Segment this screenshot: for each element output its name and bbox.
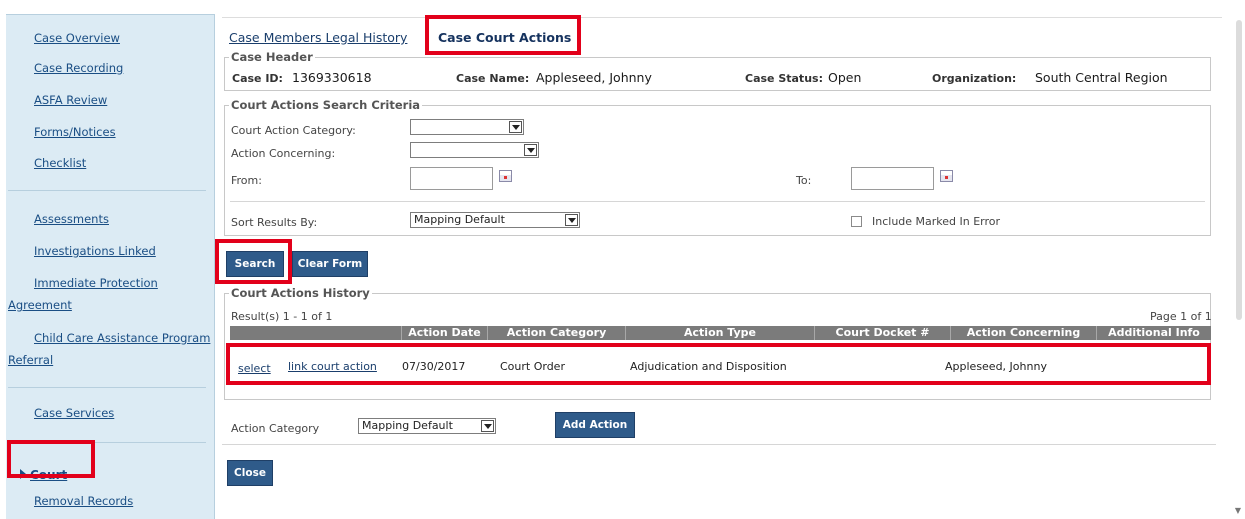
sidebar-item-removal-records[interactable]: Removal Records — [34, 494, 133, 508]
sidebar-item-checklist[interactable]: Checklist — [34, 156, 86, 170]
highlight-search-button — [215, 239, 292, 284]
search-criteria-legend: Court Actions Search Criteria — [229, 98, 423, 112]
sidebar-item-immediate-protection-cont[interactable]: Agreement — [8, 298, 72, 312]
court-action-category-label: Court Action Category: — [231, 124, 356, 137]
criteria-divider — [230, 201, 1205, 202]
column-header-action-type[interactable]: Action Type — [625, 326, 814, 340]
sidebar-item-case-recording[interactable]: Case Recording — [34, 61, 123, 75]
case-header-legend: Case Header — [229, 50, 315, 64]
sidebar-item-asfa-review[interactable]: ASFA Review — [34, 93, 107, 107]
include-marked-in-error-label: Include Marked In Error — [872, 215, 1001, 228]
highlight-case-court-actions-tab — [425, 15, 581, 55]
sidebar-item-investigations-linked[interactable]: Investigations Linked — [34, 244, 156, 258]
sidebar-item-case-services[interactable]: Case Services — [34, 406, 114, 420]
search-criteria-section: Court Actions Search Criteria — [224, 98, 1211, 236]
column-header-court-docket[interactable]: Court Docket # — [814, 326, 950, 340]
scroll-down-arrow-icon[interactable]: ▼ — [1235, 506, 1241, 515]
sidebar-divider — [8, 387, 206, 388]
organization-value: South Central Region — [1035, 70, 1168, 85]
top-divider — [222, 17, 1222, 18]
highlight-court — [7, 440, 95, 478]
clear-form-button[interactable]: Clear Form — [292, 251, 368, 277]
action-concerning-select[interactable] — [410, 142, 539, 158]
column-header-additional-info[interactable]: Additional Info — [1096, 326, 1211, 340]
chevron-down-icon — [509, 121, 522, 133]
sidebar-item-case-overview[interactable]: Case Overview — [34, 31, 120, 45]
case-status-label: Case Status: — [745, 72, 823, 85]
results-count: Result(s) 1 - 1 of 1 — [231, 310, 333, 323]
sidebar-item-assessments[interactable]: Assessments — [34, 212, 109, 226]
tab-case-members-legal-history[interactable]: Case Members Legal History — [229, 30, 407, 45]
chevron-down-icon — [481, 420, 494, 432]
chevron-down-icon — [524, 144, 537, 156]
case-id-label: Case ID: — [232, 72, 283, 85]
sidebar-item-child-care-assistance[interactable]: Child Care Assistance Program — [34, 331, 210, 345]
court-actions-history-legend: Court Actions History — [229, 286, 372, 300]
chevron-down-icon — [565, 214, 578, 226]
sort-results-label: Sort Results By: — [231, 216, 318, 229]
sidebar-divider — [8, 190, 206, 191]
highlight-result-row — [226, 343, 1211, 385]
calendar-icon[interactable] — [499, 170, 512, 182]
action-category-footer-select[interactable]: Mapping Default — [358, 418, 496, 434]
sort-results-select[interactable]: Mapping Default — [410, 212, 580, 228]
include-marked-in-error-checkbox[interactable] — [851, 216, 862, 227]
results-table-header: Action Date Action Category Action Type … — [230, 326, 1211, 340]
action-concerning-label: Action Concerning: — [231, 147, 336, 160]
case-id-value: 1369330618 — [292, 70, 372, 85]
column-header-action-date[interactable]: Action Date — [401, 326, 487, 340]
calendar-icon[interactable] — [940, 170, 953, 182]
footer-divider — [222, 444, 1216, 445]
case-status-value: Open — [828, 70, 862, 85]
sidebar-item-child-care-assistance-cont[interactable]: Referral — [8, 353, 53, 367]
organization-label: Organization: — [932, 72, 1017, 85]
court-action-category-select[interactable] — [410, 119, 524, 135]
to-date-label: To: — [796, 174, 812, 187]
from-date-input[interactable] — [410, 167, 493, 190]
column-header-action-concerning[interactable]: Action Concerning — [950, 326, 1096, 340]
close-button[interactable]: Close — [227, 460, 273, 486]
to-date-input[interactable] — [851, 167, 934, 190]
sidebar-item-immediate-protection[interactable]: Immediate Protection — [34, 276, 158, 290]
add-action-button[interactable]: Add Action — [555, 412, 635, 438]
action-category-footer-label: Action Category — [231, 422, 320, 435]
page-indicator: Page 1 of 1 — [1150, 310, 1212, 323]
sidebar-item-forms-notices[interactable]: Forms/Notices — [34, 125, 116, 139]
scrollbar-thumb[interactable] — [1236, 20, 1242, 320]
case-name-label: Case Name: — [456, 72, 530, 85]
from-date-label: From: — [231, 174, 262, 187]
column-header-action-category[interactable]: Action Category — [487, 326, 625, 340]
vertical-scrollbar[interactable]: ▼ — [1231, 0, 1245, 519]
case-name-value: Appleseed, Johnny — [536, 70, 652, 85]
